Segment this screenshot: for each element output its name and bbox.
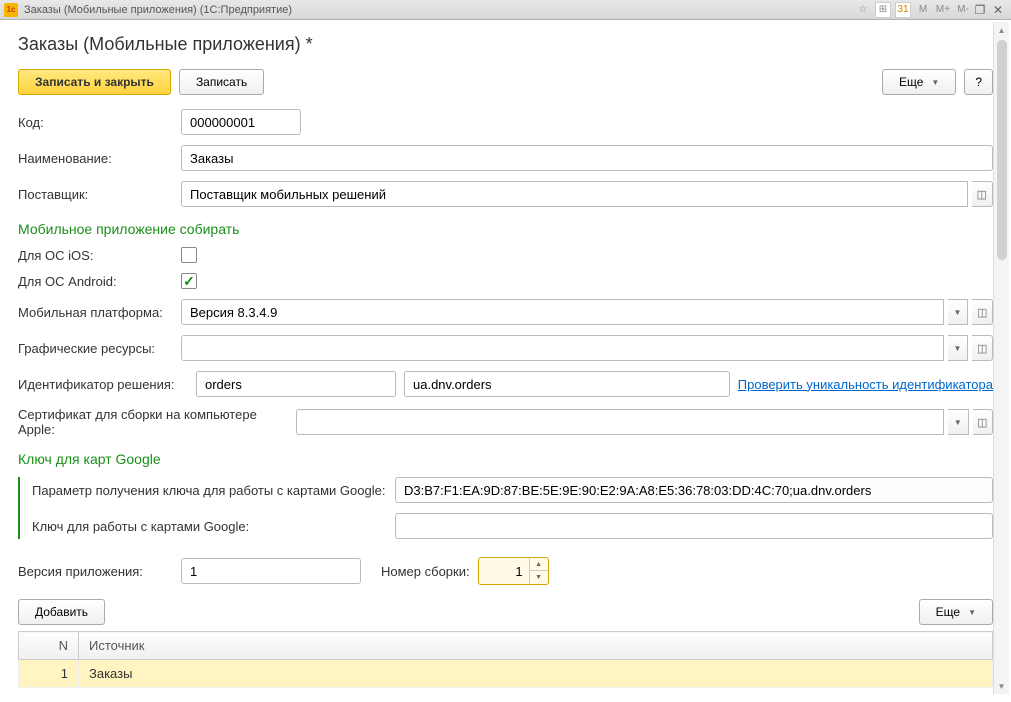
mem-mminus[interactable]: M-	[955, 2, 971, 18]
id-full-input[interactable]	[404, 371, 730, 397]
vertical-scrollbar[interactable]: ▲ ▼	[993, 22, 1009, 694]
window-title: Заказы (Мобильные приложения) (1С:Предпр…	[24, 4, 292, 16]
spinner-up-icon[interactable]: ▲	[530, 558, 548, 571]
google-section-title: Ключ для карт Google	[18, 451, 993, 467]
android-checkbox[interactable]	[181, 273, 197, 289]
sources-table: N Источник 1 Заказы	[18, 631, 993, 688]
more-button[interactable]: Еще	[882, 69, 956, 95]
scroll-thumb[interactable]	[997, 40, 1007, 260]
col-n[interactable]: N	[19, 632, 79, 660]
cell-source: Заказы	[79, 660, 993, 688]
calendar-icon[interactable]: 31	[895, 2, 911, 18]
android-label: Для ОС Android:	[18, 274, 173, 289]
main-toolbar: Записать и закрыть Записать Еще ?	[18, 69, 993, 95]
platform-open-icon[interactable]	[972, 299, 993, 325]
save-button[interactable]: Записать	[179, 69, 264, 95]
window-restore-icon[interactable]: ❐	[971, 1, 989, 19]
code-input[interactable]	[181, 109, 301, 135]
scroll-down-icon[interactable]: ▼	[994, 678, 1010, 694]
google-param-label: Параметр получения ключа для работы с ка…	[32, 483, 387, 498]
name-input[interactable]	[181, 145, 993, 171]
build-number-label: Номер сборки:	[381, 564, 470, 579]
platform-label: Мобильная платформа:	[18, 305, 173, 320]
code-label: Код:	[18, 115, 173, 130]
provider-input[interactable]	[181, 181, 968, 207]
platform-input[interactable]	[181, 299, 944, 325]
save-close-button[interactable]: Записать и закрыть	[18, 69, 171, 95]
star-icon[interactable]: ☆	[855, 2, 871, 18]
google-key-label: Ключ для работы с картами Google:	[32, 519, 387, 534]
scroll-up-icon[interactable]: ▲	[994, 22, 1010, 38]
build-number-spinner[interactable]: ▲ ▼	[478, 557, 549, 585]
graphics-label: Графические ресурсы:	[18, 341, 173, 356]
table-more-button[interactable]: Еще	[919, 599, 993, 625]
google-param-input[interactable]	[395, 477, 993, 503]
ios-label: Для ОС iOS:	[18, 248, 173, 263]
add-button[interactable]: Добавить	[18, 599, 105, 625]
cert-input[interactable]	[296, 409, 944, 435]
ios-checkbox[interactable]	[181, 247, 197, 263]
graphics-input[interactable]	[181, 335, 944, 361]
check-id-link[interactable]: Проверить уникальность идентификатора	[738, 377, 993, 392]
id-label: Идентификатор решения:	[18, 377, 188, 392]
id-short-input[interactable]	[196, 371, 396, 397]
window-titlebar: 1c Заказы (Мобильные приложения) (1С:Пре…	[0, 0, 1011, 20]
name-label: Наименование:	[18, 151, 173, 166]
help-button[interactable]: ?	[964, 69, 993, 95]
app-version-input[interactable]	[181, 558, 361, 584]
google-key-input[interactable]	[395, 513, 993, 539]
app-version-label: Версия приложения:	[18, 564, 173, 579]
app-logo: 1c	[4, 3, 18, 17]
provider-label: Поставщик:	[18, 187, 173, 202]
cert-label: Сертификат для сборки на компьютере Appl…	[18, 407, 288, 437]
graphics-dropdown-icon[interactable]	[948, 335, 969, 361]
build-number-input[interactable]	[479, 558, 529, 584]
calculator-icon[interactable]: ⊞	[875, 2, 891, 18]
window-close-icon[interactable]: ✕	[989, 1, 1007, 19]
col-source[interactable]: Источник	[79, 632, 993, 660]
provider-open-icon[interactable]	[972, 181, 993, 207]
mem-mplus[interactable]: M+	[935, 2, 951, 18]
cert-dropdown-icon[interactable]	[948, 409, 968, 435]
table-row[interactable]: 1 Заказы	[19, 660, 993, 688]
build-section-title: Мобильное приложение собирать	[18, 221, 993, 237]
spinner-down-icon[interactable]: ▼	[530, 571, 548, 584]
cert-open-icon[interactable]	[973, 409, 993, 435]
page-title: Заказы (Мобильные приложения) *	[18, 34, 993, 55]
mem-m[interactable]: M	[915, 2, 931, 18]
graphics-open-icon[interactable]	[972, 335, 993, 361]
cell-n: 1	[19, 660, 79, 688]
platform-dropdown-icon[interactable]	[948, 299, 969, 325]
